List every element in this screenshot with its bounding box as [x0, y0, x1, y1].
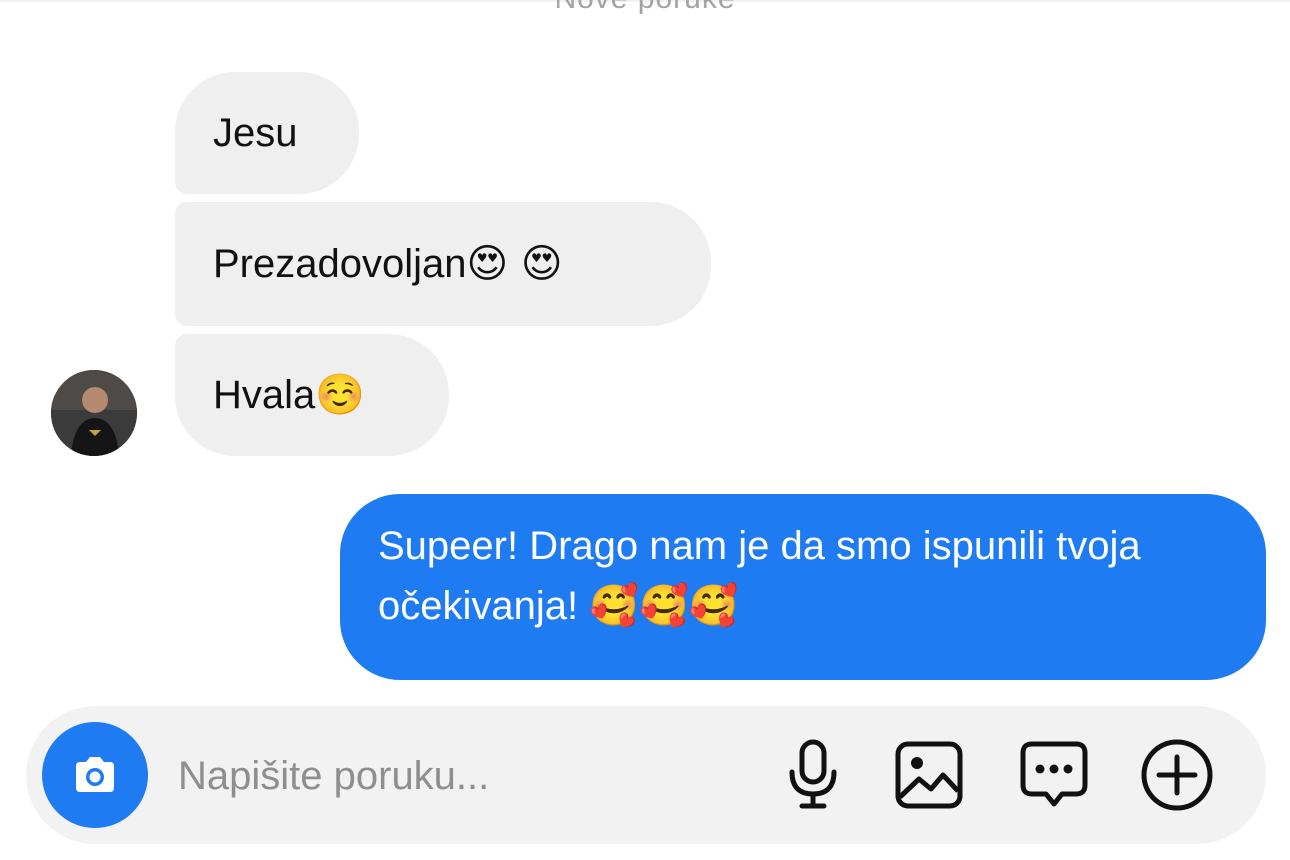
incoming-message[interactable]: Jesu: [175, 72, 359, 194]
message-text: Supeer! Drago nam je da smo ispunili tvo…: [378, 524, 1141, 628]
incoming-message[interactable]: Prezadovoljan 😍 😍: [175, 202, 711, 326]
new-messages-label: Nove poruke: [0, 0, 1290, 16]
microphone-button[interactable]: [775, 737, 851, 813]
sticker-chat-button[interactable]: [1016, 737, 1092, 813]
gallery-button[interactable]: [891, 737, 967, 813]
message-text: Jesu: [213, 111, 298, 155]
incoming-message[interactable]: Hvala ☺️: [175, 334, 449, 456]
smiling-hearts-emoji: 🥰🥰🥰: [589, 583, 739, 629]
microphone-icon: [789, 739, 837, 809]
image-icon: [895, 741, 963, 809]
message-text: Hvala: [213, 373, 316, 417]
camera-icon: [76, 757, 114, 792]
outgoing-message[interactable]: Supeer! Drago nam je da smo ispunili tvo…: [340, 494, 1266, 680]
smiling-emoji: ☺️: [315, 372, 366, 418]
heart-eyes-emoji: 😍 😍: [466, 241, 563, 287]
plus-icon: [1141, 739, 1213, 811]
message-text: Prezadovoljan: [213, 242, 467, 286]
more-options-button[interactable]: [1139, 737, 1215, 813]
chat-bubble-icon: [1020, 741, 1088, 807]
camera-button[interactable]: [42, 722, 148, 828]
message-input[interactable]: [176, 742, 740, 810]
avatar[interactable]: [51, 370, 137, 456]
avatar-image: [51, 370, 137, 456]
